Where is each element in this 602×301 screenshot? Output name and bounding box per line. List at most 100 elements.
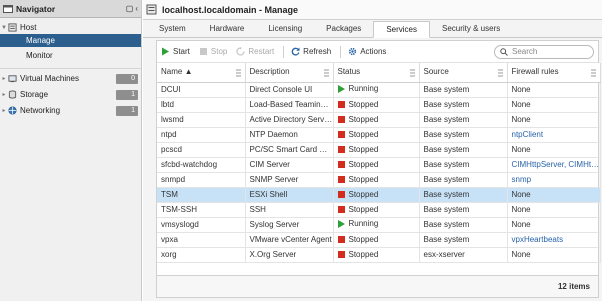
status-label: Running — [348, 84, 379, 94]
status-label: Running — [348, 219, 379, 229]
stop-button-label: Stop — [210, 47, 228, 56]
cell-source: Base system — [419, 217, 508, 233]
cell-firewall-rules: None — [507, 142, 601, 158]
cell-source: Base system — [419, 112, 508, 128]
expand-toggle-icon[interactable]: ▸ — [0, 91, 8, 98]
collapse-icon[interactable]: ‹ — [135, 4, 138, 13]
cell-status: Stopped — [333, 157, 420, 173]
pin-icon[interactable]: ▢ — [126, 4, 134, 13]
host-icon — [146, 4, 157, 15]
nav-item-networking[interactable]: ▸ Networking 1 — [0, 104, 141, 117]
start-button[interactable]: Start — [161, 47, 190, 56]
column-menu-icon[interactable] — [590, 68, 597, 78]
nav-item-label: Host — [20, 23, 37, 32]
status-label: Stopped — [348, 129, 379, 139]
table-row[interactable]: xorg X.Org Server Stopped esx-xserver None — [157, 247, 601, 263]
cell-description: Load-Based Teaming Daemon — [245, 97, 334, 113]
table-row[interactable]: TSM ESXi Shell Stopped Base system None — [157, 187, 601, 203]
stopped-icon — [337, 205, 345, 213]
restart-button[interactable]: Restart — [236, 47, 274, 56]
cell-description: PC/SC Smart Card Daemon — [245, 142, 334, 158]
tab-security-users[interactable]: Security & users — [430, 20, 512, 37]
tab-packages[interactable]: Packages — [314, 20, 373, 37]
table-row[interactable]: snmpd SNMP Server Stopped Base system snmp — [157, 172, 601, 188]
navigator-header: Navigator ▢ ‹ — [0, 0, 141, 18]
cell-firewall-rules[interactable]: snmp — [507, 172, 601, 188]
column-header-status[interactable]: Status — [333, 63, 420, 83]
navigator-icon — [3, 4, 13, 13]
stopped-icon — [337, 175, 345, 183]
cell-firewall-rules: None — [507, 112, 601, 128]
expand-toggle-icon[interactable]: ▸ — [0, 107, 8, 114]
cell-firewall-rules[interactable]: vpxHeartbeats — [507, 232, 601, 248]
nav-item-virtual-machines[interactable]: ▸ Virtual Machines 0 — [0, 72, 141, 85]
stop-button[interactable]: Stop — [199, 47, 227, 56]
cell-source: Base system — [419, 172, 508, 188]
search-placeholder: Search — [512, 47, 538, 56]
cell-description: SNMP Server — [245, 172, 334, 188]
actions-button[interactable]: Actions — [348, 47, 386, 56]
status-label: Stopped — [348, 114, 379, 124]
cell-description: SSH — [245, 202, 334, 218]
column-menu-icon[interactable] — [323, 68, 330, 78]
nav-item-host[interactable]: ▼ Host — [0, 21, 141, 34]
actions-button-label: Actions — [360, 47, 387, 56]
tab-services[interactable]: Services — [373, 21, 430, 38]
services-table-body: DCUI Direct Console UI Running Base system N… — [157, 82, 601, 263]
tab-bar: System Hardware Licensing Packages Servi… — [143, 20, 602, 38]
toolbar-divider — [340, 45, 342, 58]
restart-icon — [236, 47, 246, 56]
nav-item-manage[interactable]: Manage — [0, 34, 141, 47]
tab-system[interactable]: System — [147, 20, 198, 37]
cell-description: Active Directory Service — [245, 112, 334, 128]
expand-toggle-icon[interactable]: ▸ — [0, 75, 8, 82]
table-row[interactable]: vpxa VMware vCenter Agent Stopped Base syst… — [157, 232, 601, 248]
table-row[interactable]: pcscdPC/SC Smart Card Daemon Stopped Base … — [157, 142, 601, 158]
column-menu-icon[interactable] — [409, 68, 416, 78]
cell-status: Running — [333, 82, 420, 98]
table-row[interactable]: lbtdLoad-Based Teaming Daemon Stopped Base… — [157, 97, 601, 113]
item-count: 12 items — [557, 282, 590, 291]
cell-status: Stopped — [333, 112, 420, 128]
stopped-icon — [337, 130, 345, 138]
stopped-icon — [337, 235, 345, 243]
column-header-source[interactable]: Source — [419, 63, 508, 83]
status-label: Stopped — [348, 204, 379, 214]
stopped-icon — [337, 160, 345, 168]
table-row[interactable]: sfcbd-watchdog CIM Server Stopped Base syst… — [157, 157, 601, 173]
cell-description: X.Org Server — [245, 247, 334, 263]
column-header-firewall-rules[interactable]: Firewall rules — [507, 63, 601, 83]
column-header-name[interactable]: Name ▲ — [157, 63, 246, 83]
column-header-description[interactable]: Description — [245, 63, 334, 83]
table-header-row: Name ▲ Description Status Source Firewal… — [157, 63, 601, 83]
table-row[interactable]: ntpd NTP Daemon Stopped Base system ntpClien… — [157, 127, 601, 143]
expand-toggle-icon[interactable]: ▼ — [0, 25, 8, 31]
cell-firewall-rules: None — [507, 217, 601, 233]
table-row[interactable]: DCUI Direct Console UI Running Base system N… — [157, 82, 601, 98]
refresh-button[interactable]: Refresh — [291, 47, 331, 56]
table-row[interactable]: vmsyslogd Syslog Server Running Base system… — [157, 217, 601, 233]
column-menu-icon[interactable] — [497, 68, 504, 78]
cell-source: Base system — [419, 127, 508, 143]
tab-hardware[interactable]: Hardware — [198, 20, 257, 37]
nav-item-monitor[interactable]: Monitor — [0, 49, 141, 62]
running-icon — [337, 84, 345, 93]
services-table: Name ▲ Description Status Source Firewal… — [157, 63, 601, 263]
cell-firewall-rules: None — [507, 97, 601, 113]
status-label: Stopped — [348, 159, 379, 169]
nav-item-storage[interactable]: ▸ Storage 1 — [0, 88, 141, 101]
search-input[interactable]: Search — [494, 44, 594, 59]
tab-licensing[interactable]: Licensing — [256, 20, 314, 37]
cell-name: pcscd — [157, 142, 246, 158]
cell-firewall-rules[interactable]: ntpClient — [507, 127, 601, 143]
table-row[interactable]: TSM-SSH SSH Stopped Base system None — [157, 202, 601, 218]
cell-firewall-rules[interactable]: CIMHttpServer, CIMHttpsServer — [507, 157, 601, 173]
cell-status: Stopped — [333, 127, 420, 143]
table-row[interactable]: lwsmd Active Directory Service Stopped Base… — [157, 112, 601, 128]
column-menu-icon[interactable] — [235, 68, 242, 78]
table-footer: 12 items — [157, 275, 598, 297]
cell-description: NTP Daemon — [245, 127, 334, 143]
cell-status: Stopped — [333, 97, 420, 113]
stop-icon — [199, 48, 207, 55]
cell-firewall-rules: None — [507, 202, 601, 218]
